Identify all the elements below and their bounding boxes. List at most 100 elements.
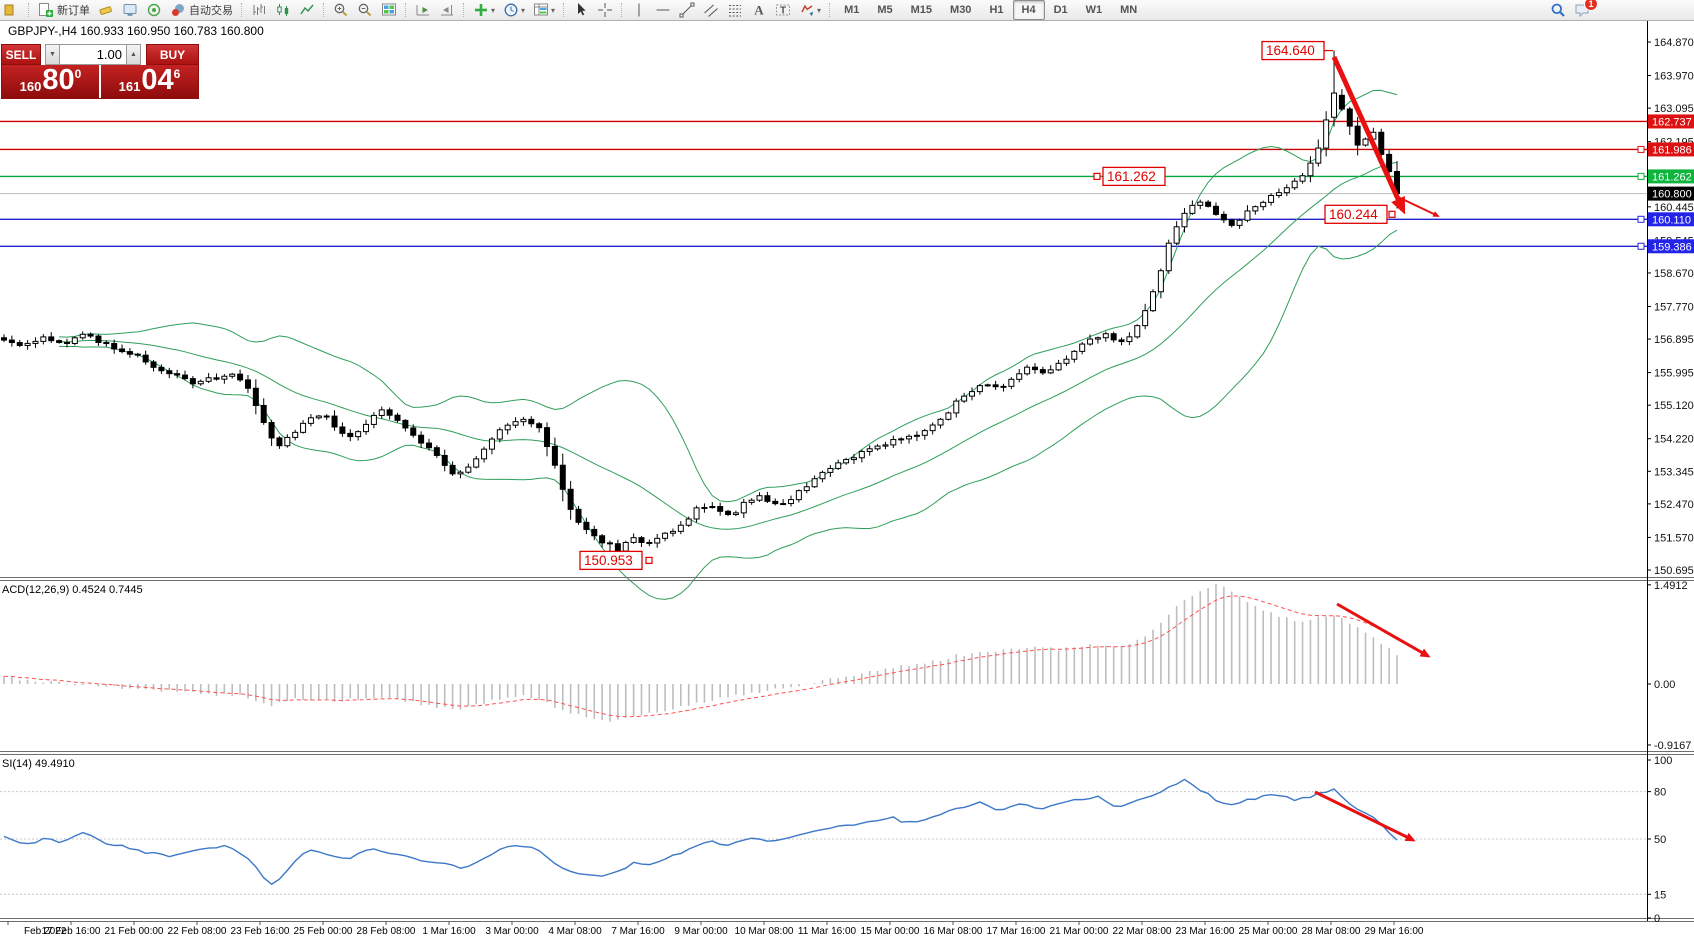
- hline-handle[interactable]: [1638, 216, 1644, 222]
- one-click-trading-panel: SELL ▼ ▲ BUY 160 80 0 161 04 6: [1, 44, 199, 99]
- auto-trading-button[interactable]: 自动交易: [166, 0, 237, 20]
- candle-chart-button[interactable]: [271, 0, 295, 20]
- text-button[interactable]: A: [747, 0, 771, 20]
- autoscroll-icon: [415, 2, 431, 18]
- candles-icon: [275, 2, 291, 18]
- signal-icon: [146, 2, 162, 18]
- chart-shift-button[interactable]: [435, 0, 459, 20]
- crosshair-button[interactable]: [593, 0, 617, 20]
- time-tick-label: 16 Mar 08:00: [924, 926, 983, 937]
- hline-icon: [655, 2, 671, 18]
- chart-canvas[interactable]: ACD(12,26,9) 0.4524 0.7445SI(14) 49.4910…: [0, 0, 1694, 941]
- new-order-button[interactable]: 新订单: [34, 0, 94, 20]
- time-tick-label: 15 Mar 00:00: [861, 926, 920, 937]
- arrows-shapes-button[interactable]: ▾: [795, 0, 825, 20]
- volume-decrease-button[interactable]: ▼: [45, 44, 60, 65]
- price-badge-label: 161.262: [1652, 171, 1692, 183]
- time-tick-label: 23 Feb 16:00: [231, 926, 290, 937]
- time-tick-label: 17 Mar 16:00: [987, 926, 1046, 937]
- sell-price-figure: 160: [20, 79, 42, 98]
- tf-m5-button[interactable]: M5: [868, 0, 901, 20]
- toolbar-separator: [563, 3, 565, 17]
- price-tick-label: 160.445: [1654, 202, 1694, 214]
- hline-handle[interactable]: [1638, 243, 1644, 249]
- macd-scale-label: -0.9167: [1654, 740, 1691, 752]
- buy-button[interactable]: BUY: [146, 44, 199, 65]
- toolbar-separator: [28, 3, 30, 17]
- price-tick-label: 152.470: [1654, 499, 1694, 511]
- tf-m30-button[interactable]: M30: [941, 0, 980, 20]
- fibo-icon: [727, 2, 743, 18]
- time-tick-label: 28 Feb 08:00: [357, 926, 416, 937]
- zoom-in-button[interactable]: [329, 0, 353, 20]
- indicators-button[interactable]: ▾: [469, 0, 499, 20]
- tf-h4-button[interactable]: H4: [1013, 0, 1045, 20]
- price-badge-label: 161.986: [1652, 144, 1692, 156]
- chart-eraser-button[interactable]: [94, 0, 118, 20]
- time-tick-label: 17 Feb 16:00: [42, 926, 101, 937]
- buy-price-pip: 6: [174, 67, 181, 81]
- addind-icon: [473, 2, 489, 18]
- buy-price[interactable]: 161 04 6: [101, 65, 198, 98]
- chevron-down-icon: ▾: [491, 6, 495, 15]
- tf-m15-button[interactable]: M15: [902, 0, 941, 20]
- auto-scroll-button[interactable]: [411, 0, 435, 20]
- tf-d1-button-label: D1: [1049, 4, 1073, 16]
- tf-w1-button[interactable]: W1: [1077, 0, 1112, 20]
- price-tick-label: 154.220: [1654, 434, 1694, 446]
- text-label-button[interactable]: T: [771, 0, 795, 20]
- menu-stub-icon[interactable]: [0, 0, 24, 20]
- sell-price[interactable]: 160 80 0: [2, 65, 99, 98]
- toolbar-separator: [241, 3, 243, 17]
- hline-handle[interactable]: [1638, 173, 1644, 179]
- periods-button[interactable]: ▾: [499, 0, 529, 20]
- bar-chart-button[interactable]: [247, 0, 271, 20]
- chevron-down-icon: ▾: [817, 6, 821, 15]
- rsi-scale-label: 50: [1654, 834, 1666, 846]
- tf-w1-button-label: W1: [1081, 4, 1108, 16]
- toolbar-separator: [621, 3, 623, 17]
- rsi-scale-label: 15: [1654, 889, 1666, 901]
- signals-button[interactable]: [142, 0, 166, 20]
- price-annotation-text: 150.953: [584, 553, 633, 568]
- time-tick-label: 3 Mar 00:00: [485, 926, 539, 937]
- trendline-button[interactable]: [675, 0, 699, 20]
- line-chart-button[interactable]: [295, 0, 319, 20]
- tf-h1-button[interactable]: H1: [980, 0, 1012, 20]
- macd-label: ACD(12,26,9) 0.4524 0.7445: [2, 584, 143, 596]
- menu-icon: [4, 2, 20, 18]
- tf-m15-button-label: M15: [906, 4, 937, 16]
- tf-mn-button[interactable]: MN: [1111, 0, 1146, 20]
- tf-h4-button-label: H4: [1017, 4, 1041, 16]
- volume-input[interactable]: [60, 44, 126, 65]
- tf-m1-button[interactable]: M1: [835, 0, 868, 20]
- toolbar-separator: [323, 3, 325, 17]
- price-tick-label: 164.870: [1654, 37, 1694, 49]
- equidistant-channel-button[interactable]: [699, 0, 723, 20]
- quote-prices-row: 160 80 0 161 04 6: [1, 65, 199, 99]
- search-icon: [1550, 2, 1566, 18]
- template-icon: [533, 2, 549, 18]
- price-tick-label: 155.995: [1654, 368, 1694, 380]
- market-watch-button[interactable]: [118, 0, 142, 20]
- search-button[interactable]: [1546, 0, 1570, 20]
- templates-button[interactable]: ▾: [529, 0, 559, 20]
- sell-price-pip: 0: [75, 67, 82, 81]
- tile-windows-button[interactable]: [377, 0, 401, 20]
- fibonacci-button[interactable]: [723, 0, 747, 20]
- vertical-line-button[interactable]: [627, 0, 651, 20]
- tf-h1-button-label: H1: [984, 4, 1008, 16]
- cursor-button[interactable]: [569, 0, 593, 20]
- sell-button[interactable]: SELL: [1, 44, 41, 65]
- tf-d1-button[interactable]: D1: [1045, 0, 1077, 20]
- tf-m1-button-label: M1: [839, 4, 864, 16]
- notifications-button[interactable]: 1: [1570, 0, 1594, 20]
- volume-increase-button[interactable]: ▲: [126, 44, 141, 65]
- time-tick-label: 9 Mar 00:00: [674, 926, 728, 937]
- price-tick-label: 163.970: [1654, 71, 1694, 83]
- crosshair-icon: [597, 2, 613, 18]
- zoom-out-button[interactable]: [353, 0, 377, 20]
- new-order-button-label: 新订单: [57, 2, 90, 18]
- hline-handle[interactable]: [1638, 146, 1644, 152]
- horizontal-line-button[interactable]: [651, 0, 675, 20]
